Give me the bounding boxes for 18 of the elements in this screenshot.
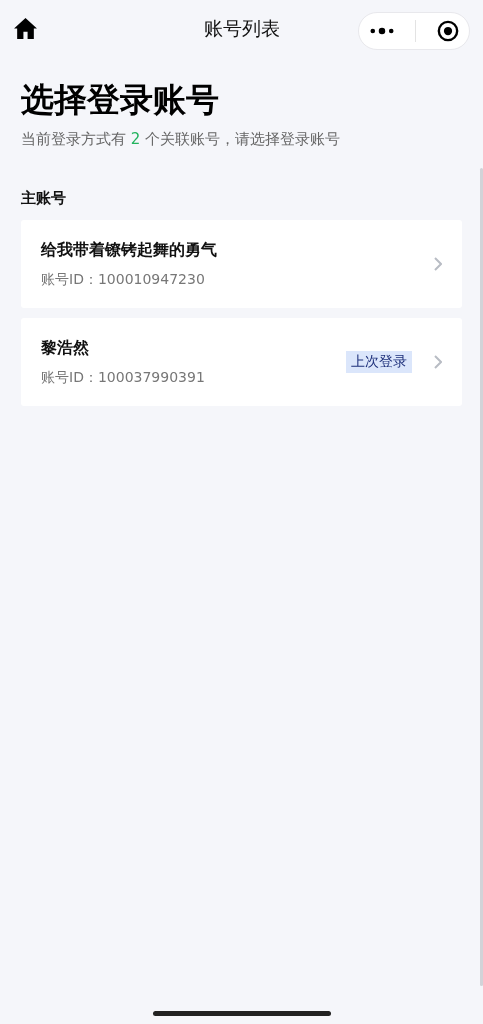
id-label: 账号ID： [41, 368, 98, 385]
chevron-right-icon [434, 355, 442, 369]
subtitle-text: 当前登录方式有 2 个关联账号，请选择登录账号 [21, 130, 342, 149]
page-title: 账号列表 [202, 16, 281, 41]
page-heading: 选择登录账号 [21, 79, 220, 121]
account-name: 黎浩然 [41, 337, 90, 359]
id-label: 账号ID： [41, 270, 98, 287]
home-icon[interactable] [13, 15, 38, 41]
account-card[interactable]: 黎浩然 账号ID：100037990391 上次登录 [21, 318, 462, 406]
last-login-badge: 上次登录 [346, 351, 412, 373]
section-label: 主账号 [21, 189, 67, 208]
account-id: 100037990391 [97, 368, 205, 385]
chevron-right-icon [434, 257, 442, 271]
account-id: 100010947230 [97, 270, 205, 287]
account-name: 给我带着镣铐起舞的勇气 [41, 239, 218, 261]
more-icon[interactable] [369, 27, 394, 35]
account-card[interactable]: 给我带着镣铐起舞的勇气 账号ID：100010947230 [21, 220, 462, 308]
close-icon[interactable] [436, 20, 459, 42]
